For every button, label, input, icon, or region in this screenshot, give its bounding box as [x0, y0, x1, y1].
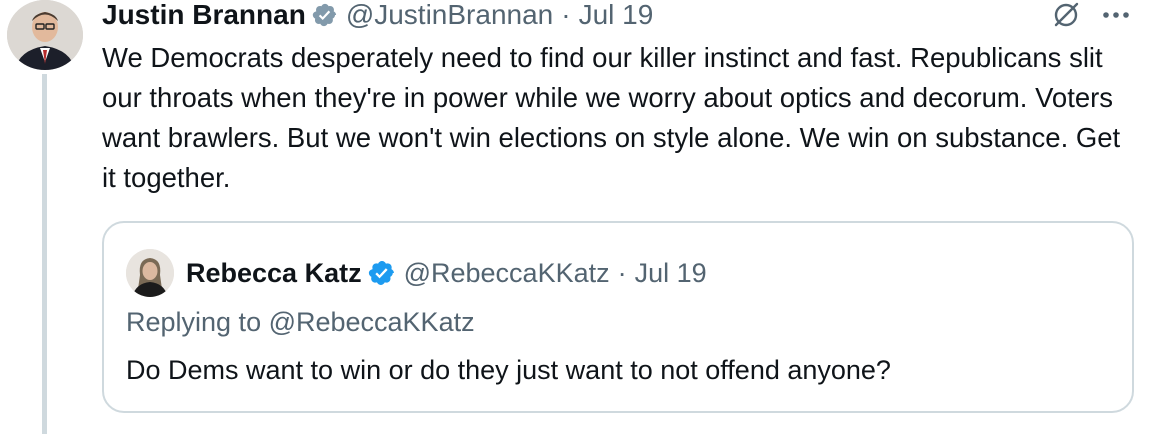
- tweet-text: We Democrats desperately need to find ou…: [102, 42, 1121, 193]
- author-display-name[interactable]: Justin Brannan: [102, 0, 306, 31]
- tweet-date[interactable]: Jul 19: [579, 0, 654, 31]
- replying-to-label: Replying to @RebeccaKKatz: [126, 307, 475, 337]
- quoted-tweet-date[interactable]: Jul 19: [635, 258, 707, 289]
- quoted-header-separator: ·: [617, 257, 627, 288]
- quoted-tweet-text: Do Dems want to win or do they just want…: [126, 355, 891, 385]
- thread-connector-line: [42, 74, 47, 434]
- quoted-tweet-card[interactable]: Rebecca Katz @RebeccaKKatz · Jul 19 Repl…: [102, 221, 1134, 413]
- author-handle[interactable]: @JustinBrannan: [346, 0, 553, 31]
- quoted-author-display-name[interactable]: Rebecca Katz: [186, 258, 362, 289]
- more-options-button[interactable]: [1096, 0, 1136, 30]
- author-avatar[interactable]: [7, 0, 83, 70]
- grok-button[interactable]: [1046, 0, 1086, 30]
- tweet-header: Justin Brannan @JustinBrannan · Jul 19: [102, 0, 653, 30]
- avatar-photo: [7, 0, 83, 70]
- quoted-author-handle[interactable]: @RebeccaKKatz: [404, 258, 610, 289]
- quoted-tweet-header: Rebecca Katz @RebeccaKKatz · Jul 19: [186, 255, 707, 291]
- more-icon: [1103, 12, 1129, 18]
- header-separator: ·: [561, 0, 571, 30]
- quoted-author-avatar[interactable]: [126, 249, 174, 297]
- avatar-photo: [126, 249, 174, 297]
- verified-badge-icon[interactable]: [368, 259, 396, 287]
- grok-icon: [1054, 2, 1079, 27]
- verified-badge-icon[interactable]: [312, 2, 338, 28]
